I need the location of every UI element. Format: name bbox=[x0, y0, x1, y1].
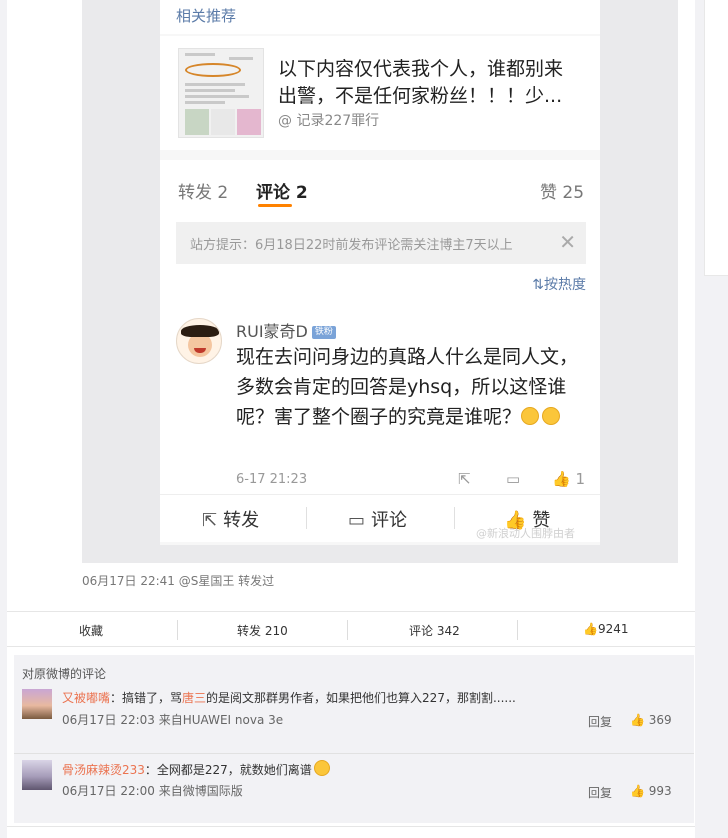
avatar[interactable] bbox=[22, 689, 52, 719]
comment-like[interactable]: 👍 369 bbox=[630, 713, 672, 727]
related-title: 相关推荐 bbox=[176, 7, 237, 25]
comment-count-button[interactable]: 评论 342 bbox=[409, 622, 460, 639]
comment-like[interactable]: 👍 1 bbox=[552, 470, 585, 488]
right-sidebar-card bbox=[704, 0, 728, 276]
embedded-screenshot[interactable]: 相关推荐 以下内容仅代表我个人，谁都别来出警，不是任何家粉丝！！！少... @ … bbox=[160, 0, 600, 545]
comment-author[interactable]: 又被嘟嘴 bbox=[62, 691, 110, 705]
repost-button[interactable]: ⇱ 转发 bbox=[202, 506, 259, 532]
sort-label: 按热度 bbox=[544, 277, 586, 293]
related-thumbnail bbox=[178, 48, 264, 138]
comment-text: 骨汤麻辣烫233：全网都是227，就数她们离谱 bbox=[62, 760, 333, 778]
emoji-icon bbox=[542, 407, 561, 425]
original-comments: 对原微博的评论 又被嘟嘴：搞错了，骂唐三的是阅文那群男作者，如果把他们也算入22… bbox=[14, 655, 694, 823]
collect-button[interactable]: 收藏 bbox=[79, 622, 103, 639]
comments-title: 对原微博的评论 bbox=[22, 667, 107, 681]
sort-button[interactable]: ⇅按热度 bbox=[532, 274, 586, 294]
thumbs-up-icon: 👍 bbox=[552, 470, 571, 488]
notice-wrap: 站方提示：6月18日22时前发布评论需关注博主7天以上 ✕ bbox=[160, 212, 600, 272]
repost-count-button[interactable]: 转发 210 bbox=[237, 622, 288, 639]
reply-button[interactable]: 回复 bbox=[588, 713, 612, 730]
comment-meta: 06月17日 22:03 来自HUAWEI nova 3e bbox=[62, 713, 284, 727]
comment-author[interactable]: RUI蒙奇D 铁粉 bbox=[236, 318, 336, 342]
avatar[interactable] bbox=[176, 318, 222, 364]
like-count-button[interactable]: 👍9241 bbox=[583, 622, 629, 636]
comment-like-count: 369 bbox=[648, 713, 672, 727]
mention-link[interactable]: 唐三 bbox=[182, 691, 206, 705]
tab-like[interactable]: 赞 25 bbox=[540, 178, 584, 203]
comment-meta: 06月17日 22:00 来自微博国际版 bbox=[62, 784, 243, 798]
comment-button[interactable]: ▭ 评论 bbox=[348, 506, 407, 532]
sort-icon: ⇅ bbox=[532, 277, 544, 293]
thumbs-up-icon: 👍 bbox=[583, 622, 598, 636]
post-action-bar: 收藏 转发 210 评论 342 👍9241 bbox=[7, 611, 695, 647]
sort-wrap: ⇅按热度 bbox=[160, 272, 600, 300]
tab-underline bbox=[258, 204, 292, 207]
related-text: 以下内容仅代表我个人，谁都别来出警，不是任何家粉丝！！！少... bbox=[278, 58, 564, 107]
related-header: 相关推荐 bbox=[160, 0, 600, 34]
notice-banner: 站方提示：6月18日22时前发布评论需关注博主7天以上 ✕ bbox=[176, 222, 586, 264]
thumbs-up-icon: 👍 bbox=[630, 784, 645, 798]
next-card-edge bbox=[7, 826, 695, 838]
comment-author-name: RUI蒙奇D bbox=[236, 322, 308, 341]
comment-date: 6-17 21:23 bbox=[236, 472, 308, 487]
avatar[interactable] bbox=[22, 760, 52, 790]
notice-text: 站方提示：6月18日22时前发布评论需关注博主7天以上 bbox=[190, 238, 513, 253]
repost-info: 06月17日 22:41 @S星国王 转发过 bbox=[82, 574, 275, 588]
share-icon[interactable]: ⇱ bbox=[458, 470, 471, 488]
comment-icon: ▭ bbox=[348, 510, 366, 531]
comment-like-count: 1 bbox=[575, 470, 586, 488]
reply-icon[interactable]: ▭ bbox=[506, 470, 520, 488]
emoji-icon bbox=[313, 760, 330, 776]
reply-button[interactable]: 回复 bbox=[588, 784, 612, 801]
comment-author[interactable]: 骨汤麻辣烫233 bbox=[62, 763, 145, 777]
repost-icon: ⇱ bbox=[202, 510, 218, 531]
close-icon[interactable]: ✕ bbox=[559, 230, 576, 254]
thumbs-up-icon: 👍 bbox=[630, 713, 645, 727]
tab-repost[interactable]: 转发 2 bbox=[178, 178, 228, 203]
comment-tabs: 转发 2 评论 2 赞 25 bbox=[160, 160, 600, 212]
repost-label: 转发 bbox=[223, 510, 260, 531]
tab-comment[interactable]: 评论 2 bbox=[256, 178, 308, 203]
related-card[interactable]: 以下内容仅代表我个人，谁都别来出警，不是任何家粉丝！！！少... @ 记录227… bbox=[160, 36, 600, 150]
related-source[interactable]: @ 记录227罪行 bbox=[278, 110, 379, 130]
comment-text: 又被嘟嘴：搞错了，骂唐三的是阅文那群男作者，如果把他们也算入227，那割割...… bbox=[62, 691, 516, 705]
like-count: 9241 bbox=[597, 622, 629, 636]
comment-like-count: 993 bbox=[648, 784, 672, 798]
list-item: 骨汤麻辣烫233：全网都是227，就数她们离谱 06月17日 22:00 来自微… bbox=[14, 753, 694, 827]
comment-label: 评论 bbox=[371, 510, 408, 531]
list-item: 又被嘟嘴：搞错了，骂唐三的是阅文那群男作者，如果把他们也算入227，那割割...… bbox=[14, 683, 694, 757]
emoji-icon bbox=[521, 407, 540, 425]
fan-badge: 铁粉 bbox=[311, 326, 336, 339]
comment-item: RUI蒙奇D 铁粉 现在去问问身边的真路人什么是同人文，多数会肯定的回答是yhsq… bbox=[160, 300, 600, 494]
comment-like[interactable]: 👍 993 bbox=[630, 784, 672, 798]
repost-content: 相关推荐 以下内容仅代表我个人，谁都别来出警，不是任何家粉丝！！！少... @ … bbox=[82, 0, 678, 563]
comment-text: 现在去问问身边的真路人什么是同人文，多数会肯定的回答是yhsq，所以这怪谁呢？害… bbox=[236, 342, 586, 432]
watermark: @新浪动人围脖由者 bbox=[476, 527, 575, 540]
